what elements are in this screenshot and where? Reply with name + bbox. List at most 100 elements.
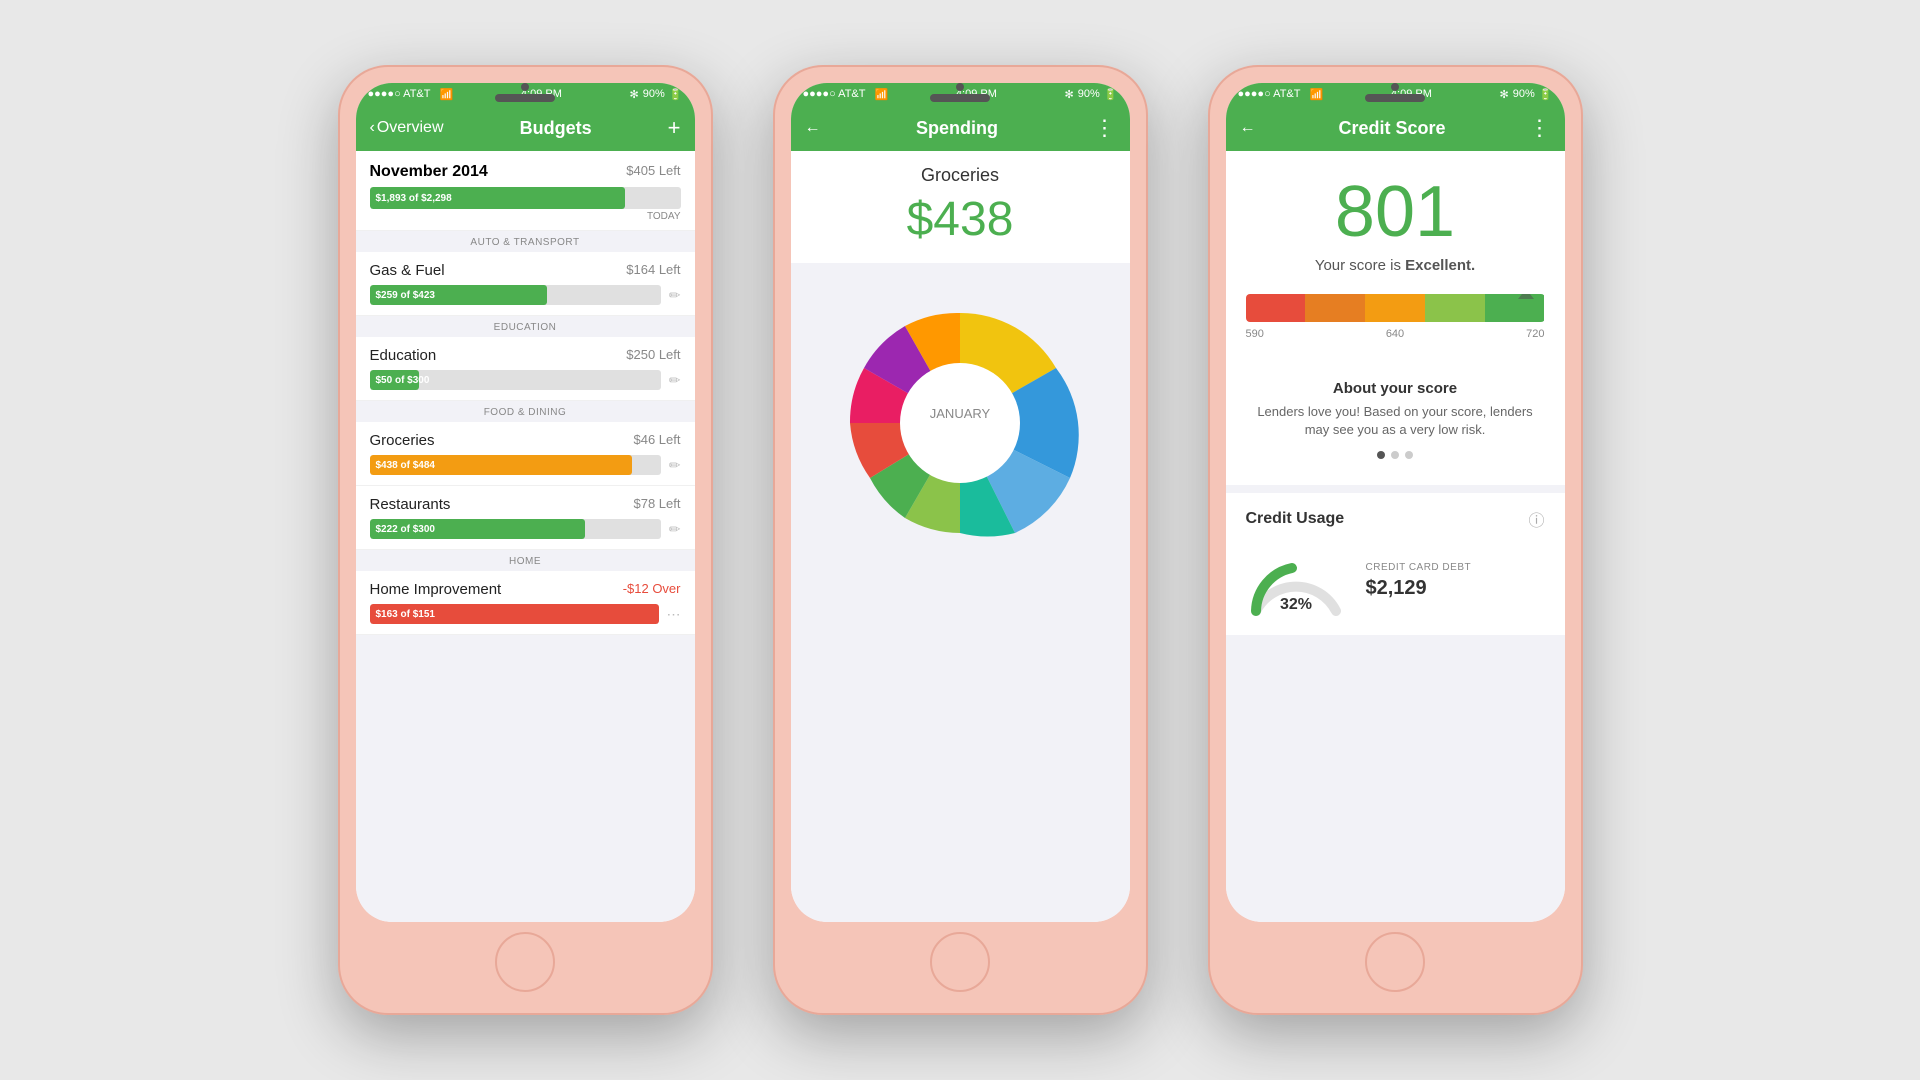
- status-left-1: ●●●●○ AT&T 📶: [368, 88, 454, 101]
- item-left-groceries: $46 Left: [634, 432, 681, 449]
- carrier-2: ●●●●○ AT&T: [803, 88, 866, 100]
- budget-item-restaurants: Restaurants $78 Left $222 of $300 ✏: [356, 486, 695, 550]
- battery-1: 90%: [643, 88, 665, 100]
- score-label: Your score is: [1315, 257, 1405, 274]
- edit-icon-restaurants[interactable]: ✏: [669, 521, 681, 538]
- bt-icon-2: ✻: [1065, 88, 1074, 101]
- budget-item-edu: Education $250 Left $50 of $300 ✏: [356, 337, 695, 401]
- score-notch: [1518, 294, 1534, 299]
- credit-score-top: 801 Your score is Excellent.: [1226, 151, 1565, 366]
- back-button-2[interactable]: ←: [805, 119, 821, 137]
- dot-1: [1377, 451, 1385, 459]
- carrier-1: ●●●●○ AT&T: [368, 88, 431, 100]
- phone-credit: ●●●●○ AT&T 📶 4:09 PM ✻ 90% 🔋 ← Credit Sc…: [1208, 65, 1583, 1015]
- speaker-1: [495, 94, 555, 102]
- phone-top-1: [495, 83, 555, 102]
- edit-icon-edu[interactable]: ✏: [669, 372, 681, 389]
- item-left-restaurants: $78 Left: [634, 496, 681, 513]
- credit-card-amount: $2,129: [1366, 577, 1472, 600]
- credit-usage-body: 32% CREDIT CARD DEBT $2,129: [1246, 541, 1545, 621]
- credit-score-number: 801: [1226, 151, 1565, 257]
- phone-budgets: ●●●●○ AT&T 📶 4:09 PM ✻ 90% 🔋 ‹ Overview …: [338, 65, 713, 1015]
- section-header-food: FOOD & DINING: [356, 401, 695, 422]
- section-label-food: FOOD & DINING: [484, 407, 567, 418]
- battery-3: 90%: [1513, 88, 1535, 100]
- credit-card-info: CREDIT CARD DEBT $2,129: [1366, 562, 1472, 600]
- status-right-2: ✻ 90% 🔋: [1065, 88, 1118, 101]
- gauge: 32%: [1246, 541, 1346, 621]
- item-left-edu: $250 Left: [626, 347, 680, 364]
- item-left-gas: $164 Left: [626, 262, 680, 279]
- credit-usage-title: Credit Usage: [1246, 510, 1345, 528]
- spending-category: Groceries: [791, 151, 1130, 186]
- home-button-2[interactable]: [930, 932, 990, 992]
- more-button-2[interactable]: ⋮: [1094, 115, 1116, 141]
- status-left-2: ●●●●○ AT&T 📶: [803, 88, 889, 101]
- status-right-1: ✻ 90% 🔋: [630, 88, 683, 101]
- about-score-title: About your score: [1246, 380, 1545, 397]
- phones-container: ●●●●○ AT&T 📶 4:09 PM ✻ 90% 🔋 ‹ Overview …: [338, 65, 1583, 1015]
- score-bar-labels: 590 640 720: [1226, 328, 1565, 340]
- score-seg-good: [1365, 294, 1425, 322]
- edit-icon-gas[interactable]: ✏: [669, 287, 681, 304]
- spending-content: Groceries $438: [791, 151, 1130, 922]
- status-left-3: ●●●●○ AT&T 📶: [1238, 88, 1324, 101]
- nav-bar-1: ‹ Overview Budgets +: [356, 105, 695, 151]
- add-button-1[interactable]: +: [668, 115, 681, 141]
- budget-item-gas: Gas & Fuel $164 Left $259 of $423 ✏: [356, 252, 695, 316]
- battery-icon-3: 🔋: [1539, 88, 1553, 101]
- section-header-auto: AUTO & TRANSPORT: [356, 231, 695, 252]
- wifi-icon-1: 📶: [440, 88, 454, 101]
- edit-icon-groceries[interactable]: ✏: [669, 457, 681, 474]
- back-label-1: Overview: [377, 119, 444, 137]
- score-label-720: 720: [1526, 328, 1544, 340]
- november-left: $405 Left: [626, 163, 680, 181]
- nav-title-3: Credit Score: [1338, 118, 1445, 139]
- item-name-groceries: Groceries: [370, 432, 435, 449]
- score-seg-excellent: [1485, 294, 1545, 322]
- spending-pie-chart: JANUARY: [830, 293, 1090, 553]
- edit-icon-home-imp[interactable]: ⋯: [667, 606, 681, 623]
- budget-item-home-imp: Home Improvement -$12 Over $163 of $151 …: [356, 571, 695, 635]
- spending-header-section: Groceries $438: [791, 151, 1130, 263]
- item-name-edu: Education: [370, 347, 437, 364]
- november-header: November 2014 $405 Left $1,893 of $2,298…: [356, 151, 695, 231]
- gas-bar-label: $259 of $423: [376, 290, 436, 301]
- credit-content: 801 Your score is Excellent.: [1226, 151, 1565, 922]
- groceries-bar-label: $438 of $484: [376, 460, 436, 471]
- back-button-3[interactable]: ←: [1240, 119, 1256, 137]
- battery-2: 90%: [1078, 88, 1100, 100]
- bt-icon-1: ✻: [630, 88, 639, 101]
- score-bar: [1246, 294, 1545, 322]
- section-label-edu: EDUCATION: [494, 322, 557, 333]
- about-score-section: About your score Lenders love you! Based…: [1226, 366, 1565, 485]
- phone-inner-2: ●●●●○ AT&T 📶 4:09 PM ✻ 90% 🔋 ← Spending …: [791, 83, 1130, 922]
- budget-content: November 2014 $405 Left $1,893 of $2,298…: [356, 151, 695, 922]
- phone-spending: ●●●●○ AT&T 📶 4:09 PM ✻ 90% 🔋 ← Spending …: [773, 65, 1148, 1015]
- more-button-3[interactable]: ⋮: [1528, 115, 1550, 141]
- speaker-3: [1365, 94, 1425, 102]
- spending-amount: $438: [791, 186, 1130, 263]
- battery-icon-1: 🔋: [669, 88, 683, 101]
- item-name-restaurants: Restaurants: [370, 496, 451, 513]
- battery-icon-2: 🔋: [1104, 88, 1118, 101]
- status-right-3: ✻ 90% 🔋: [1500, 88, 1553, 101]
- info-icon: ⓘ: [1528, 507, 1544, 531]
- home-imp-bar-label: $163 of $151: [376, 609, 436, 620]
- nav-bar-2: ← Spending ⋮: [791, 105, 1130, 151]
- home-button-3[interactable]: [1365, 932, 1425, 992]
- section-label-home: HOME: [509, 556, 541, 567]
- gauge-pct-label: 32%: [1279, 596, 1311, 613]
- gauge-svg: 32%: [1246, 541, 1346, 621]
- back-chevron-1: ‹: [370, 119, 375, 137]
- section-label-auto: AUTO & TRANSPORT: [470, 237, 579, 248]
- credit-score-subtitle: Your score is Excellent.: [1226, 257, 1565, 294]
- back-button-1[interactable]: ‹ Overview: [370, 119, 444, 137]
- nav-title-2: Spending: [916, 118, 998, 139]
- section-header-edu: EDUCATION: [356, 316, 695, 337]
- home-button-1[interactable]: [495, 932, 555, 992]
- dot-2: [1391, 451, 1399, 459]
- today-label: TODAY: [370, 211, 681, 222]
- score-seg-fair: [1305, 294, 1365, 322]
- carrier-3: ●●●●○ AT&T: [1238, 88, 1301, 100]
